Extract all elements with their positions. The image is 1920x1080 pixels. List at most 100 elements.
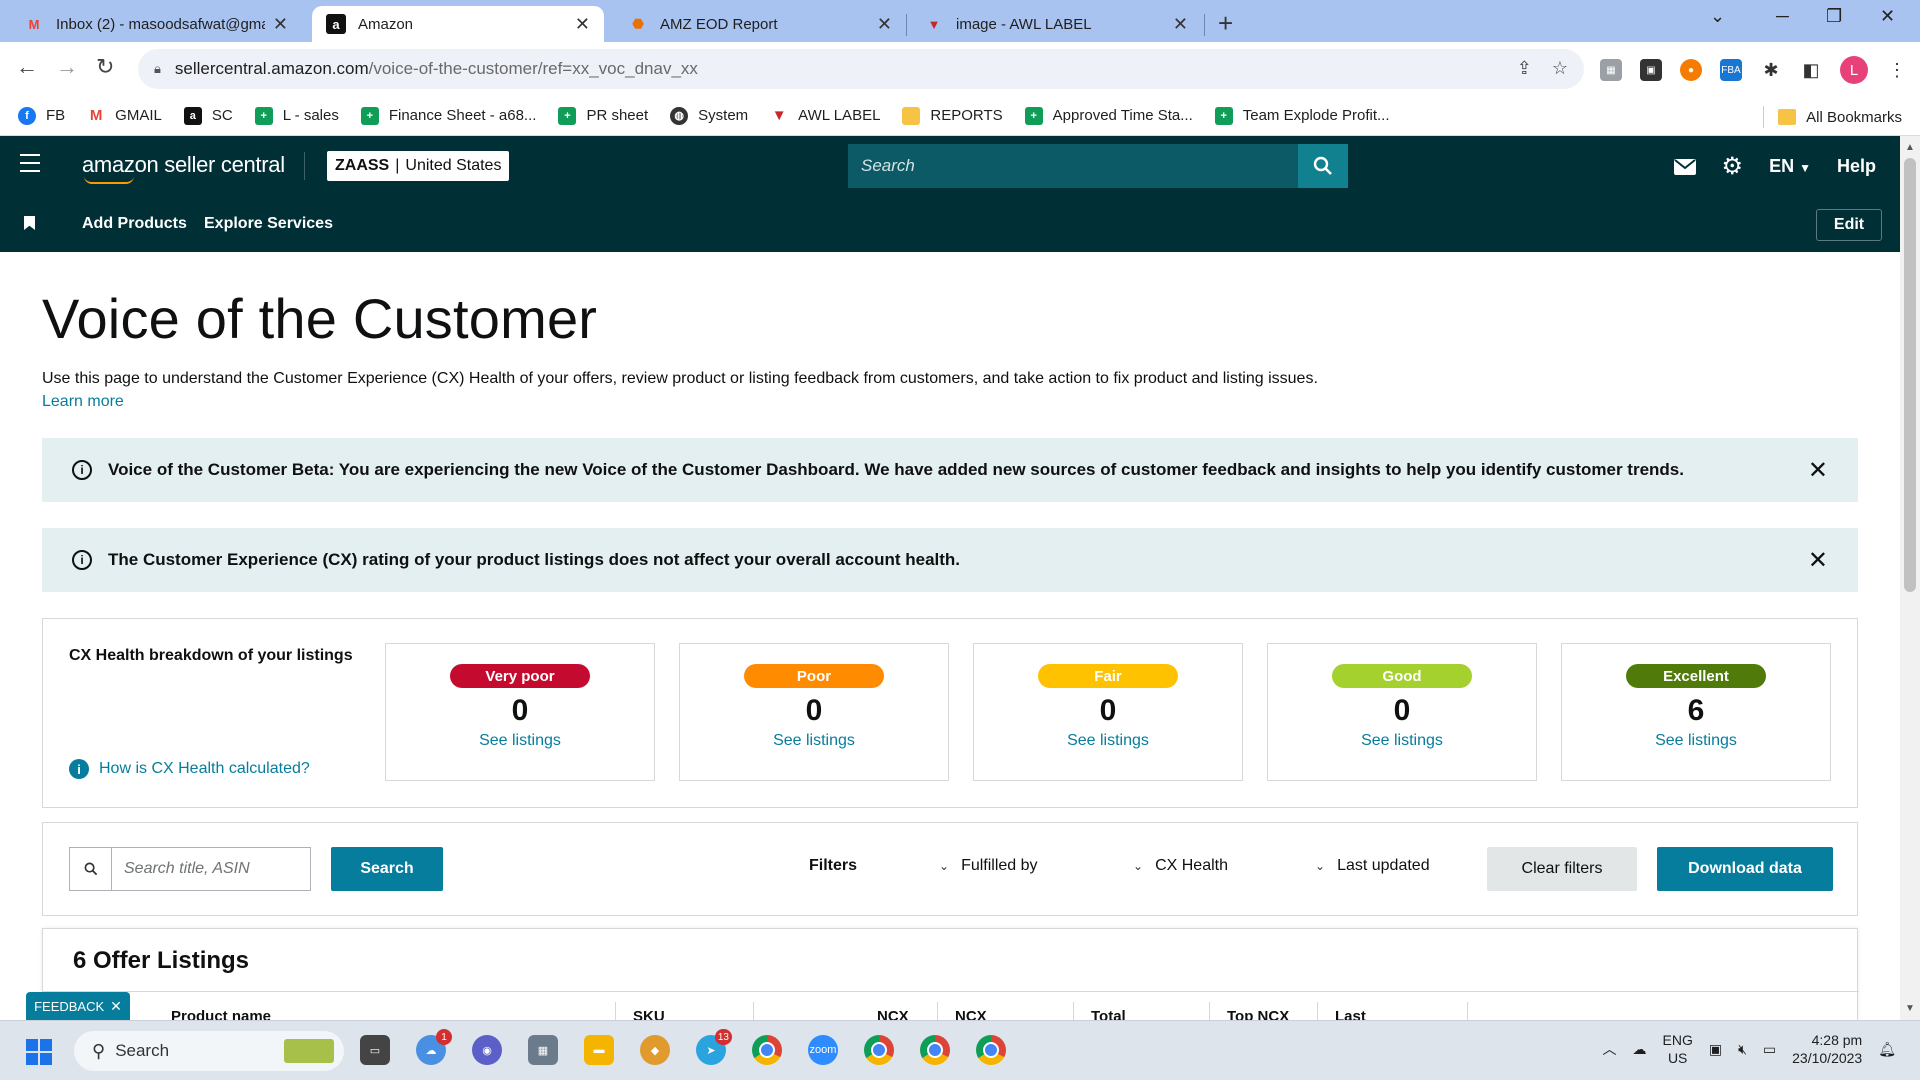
- zoom-icon[interactable]: zoom: [808, 1035, 838, 1065]
- bookmark-star-icon[interactable]: ☆: [1552, 58, 1568, 79]
- tab-awl-label[interactable]: ▼ image - AWL LABEL ✕: [910, 6, 1202, 42]
- cx-rating-alert: i The Customer Experience (CX) rating of…: [42, 528, 1858, 592]
- help-link[interactable]: Help: [1837, 156, 1876, 177]
- reload-button[interactable]: ↻: [96, 54, 114, 80]
- listing-search-input[interactable]: Search title, ASIN: [112, 860, 250, 878]
- network-icon[interactable]: ▣: [1709, 1041, 1722, 1058]
- bookmark-system[interactable]: ◍ System: [670, 106, 748, 125]
- tab-amazon[interactable]: a Amazon ✕: [312, 6, 604, 42]
- onedrive-icon[interactable]: ☁: [1633, 1041, 1647, 1058]
- nav-explore-services[interactable]: Explore Services: [204, 215, 333, 233]
- bookmark-approved-time[interactable]: + Approved Time Sta...: [1024, 106, 1193, 125]
- bookmark-icon[interactable]: [24, 216, 35, 230]
- tab-amz-eod-report[interactable]: ⬣ AMZ EOD Report ✕: [614, 6, 906, 42]
- language-indicator[interactable]: ENG US: [1663, 1031, 1693, 1067]
- scroll-up-icon[interactable]: ▲: [1905, 142, 1915, 153]
- bookmark-sc[interactable]: a SC: [183, 106, 233, 125]
- mail-icon[interactable]: [1673, 158, 1696, 175]
- listing-search-field[interactable]: Search title, ASIN: [69, 847, 311, 891]
- language-selector[interactable]: EN ▼: [1769, 156, 1811, 177]
- app-icon[interactable]: ◆: [640, 1035, 670, 1065]
- teams-chat-icon[interactable]: ◉: [472, 1035, 502, 1065]
- edit-button[interactable]: Edit: [1816, 209, 1882, 241]
- menu-kebab-icon[interactable]: ⋮: [1886, 59, 1908, 81]
- learn-more-link[interactable]: Learn more: [42, 393, 124, 411]
- scroll-down-icon[interactable]: ▼: [1905, 1003, 1915, 1014]
- see-listings-link[interactable]: See listings: [974, 732, 1242, 750]
- filter-last-updated[interactable]: ⌄ Last updated: [1315, 857, 1430, 875]
- clock[interactable]: 4:28 pm 23/10/2023: [1792, 1031, 1862, 1067]
- chrome-icon[interactable]: [864, 1035, 894, 1065]
- close-icon[interactable]: ✕: [1808, 546, 1828, 575]
- see-listings-link[interactable]: See listings: [680, 732, 948, 750]
- profile-avatar[interactable]: L: [1840, 56, 1868, 84]
- header-search-input[interactable]: Search: [848, 156, 1298, 176]
- bookmark-fb[interactable]: f FB: [18, 106, 65, 125]
- task-view-icon[interactable]: ▭: [360, 1035, 390, 1065]
- scrollbar-thumb[interactable]: [1904, 158, 1916, 592]
- bookmark-reports[interactable]: REPORTS: [902, 106, 1003, 125]
- bookmark-finance-sheet[interactable]: + Finance Sheet - a68...: [360, 106, 536, 125]
- volume-muted-icon[interactable]: 🔇︎: [1738, 1041, 1747, 1058]
- extension-icon[interactable]: ▦: [1600, 59, 1622, 81]
- weather-icon[interactable]: ☁ 1: [416, 1029, 452, 1065]
- cx-how-link[interactable]: i How is CX Health calculated?: [69, 759, 310, 779]
- account-switcher[interactable]: ZAASS | United States: [327, 151, 510, 181]
- close-icon[interactable]: ✕: [575, 14, 590, 35]
- see-listings-link[interactable]: See listings: [1562, 732, 1830, 750]
- chrome-icon[interactable]: [976, 1035, 1006, 1065]
- chevron-up-icon[interactable]: ︿: [1603, 1039, 1617, 1059]
- close-icon[interactable]: ✕: [110, 998, 122, 1015]
- url-field[interactable]: 🔒︎ sellercentral.amazon.com/voice-of-the…: [138, 49, 1584, 89]
- telegram-icon[interactable]: ➤ 13: [696, 1029, 732, 1065]
- listing-search-button[interactable]: Search: [331, 847, 443, 891]
- search-button[interactable]: [1298, 144, 1348, 188]
- restore-button[interactable]: ❐: [1826, 6, 1842, 27]
- forward-button[interactable]: →: [56, 54, 78, 80]
- gear-icon[interactable]: ⚙: [1722, 152, 1744, 181]
- bookmark-pr-sheet[interactable]: + PR sheet: [558, 106, 648, 125]
- extension-icon[interactable]: ▣: [1640, 59, 1662, 81]
- tab-search-chevron-icon[interactable]: ⌄: [1710, 6, 1725, 27]
- see-listings-link[interactable]: See listings: [1268, 732, 1536, 750]
- calculator-icon[interactable]: ▦: [528, 1035, 558, 1065]
- all-bookmarks[interactable]: All Bookmarks: [1763, 106, 1902, 128]
- close-icon[interactable]: ✕: [1173, 14, 1188, 35]
- filter-cx-health[interactable]: ⌄ CX Health: [1133, 857, 1228, 875]
- minimize-button[interactable]: ─: [1776, 6, 1789, 27]
- filter-fulfilled-by[interactable]: ⌄ Fulfilled by: [939, 857, 1038, 875]
- close-icon[interactable]: ✕: [273, 14, 288, 35]
- cx-card-good: Good 0 See listings: [1267, 643, 1537, 781]
- side-panel-icon[interactable]: ◧: [1800, 59, 1822, 81]
- puzzle-icon[interactable]: ✱: [1760, 59, 1782, 81]
- feedback-tab[interactable]: FEEDBACK ✕: [26, 992, 130, 1020]
- page-scrollbar[interactable]: ▲ ▼: [1900, 136, 1920, 1020]
- bookmark-l-sales[interactable]: + L - sales: [254, 106, 339, 125]
- bookmark-gmail[interactable]: M GMAIL: [87, 107, 162, 125]
- tab-gmail[interactable]: M Inbox (2) - masoodsafwat@gma ✕: [10, 6, 302, 42]
- notifications-bell-icon[interactable]: 🔔︎: [1878, 1041, 1896, 1058]
- download-data-button[interactable]: Download data: [1657, 847, 1833, 891]
- nav-add-products[interactable]: Add Products: [82, 215, 187, 233]
- close-window-button[interactable]: ✕: [1880, 6, 1895, 27]
- file-explorer-icon[interactable]: ▬: [584, 1035, 614, 1065]
- extension-icon[interactable]: ●: [1680, 59, 1702, 81]
- bookmark-awl-label[interactable]: ▼ AWL LABEL: [770, 107, 881, 125]
- clear-filters-button[interactable]: Clear filters: [1487, 847, 1637, 891]
- share-icon[interactable]: ⇪: [1517, 58, 1532, 79]
- windows-start-icon[interactable]: [26, 1039, 52, 1065]
- bookmark-team-explode[interactable]: + Team Explode Profit...: [1214, 106, 1389, 125]
- chrome-icon[interactable]: [752, 1035, 782, 1065]
- close-icon[interactable]: ✕: [877, 14, 892, 35]
- hamburger-menu-icon[interactable]: [20, 154, 40, 178]
- header-search[interactable]: Search: [848, 144, 1348, 188]
- extension-icon[interactable]: FBA: [1720, 59, 1742, 81]
- see-listings-link[interactable]: See listings: [386, 732, 654, 750]
- seller-central-logo[interactable]: amazon seller central: [82, 152, 285, 184]
- close-icon[interactable]: ✕: [1808, 456, 1828, 485]
- chrome-icon[interactable]: [920, 1035, 950, 1065]
- back-button[interactable]: ←: [16, 54, 38, 80]
- new-tab-button[interactable]: +: [1218, 8, 1233, 39]
- taskbar-search[interactable]: ⚲ Search: [74, 1031, 344, 1071]
- battery-icon[interactable]: ▭: [1763, 1041, 1776, 1058]
